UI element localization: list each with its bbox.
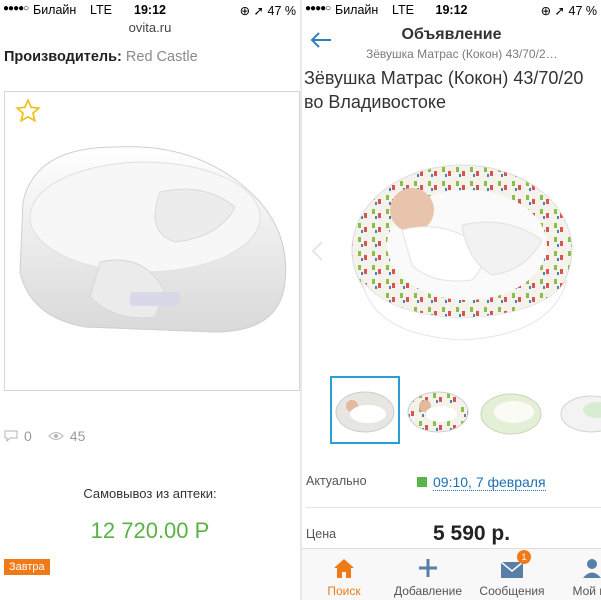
pickup-label: Самовывоз из аптеки: bbox=[83, 486, 217, 501]
battery-level: 47 % bbox=[568, 4, 598, 18]
thumbnail[interactable] bbox=[403, 376, 473, 444]
thumbnail[interactable] bbox=[476, 376, 546, 444]
thumbnail[interactable] bbox=[330, 376, 400, 444]
update-icon bbox=[417, 477, 427, 487]
manufacturer: Производитель: Red Castle bbox=[4, 49, 198, 65]
status-right: ⊕ ➚ 47 % bbox=[240, 3, 296, 18]
left-screen: ●●●●○ Билайн LTE 19:12 ⊕ ➚ 47 % ovita.ru… bbox=[0, 0, 300, 600]
tab-bar: Поиск Добавление 1 Сообщения Мой ка bbox=[302, 548, 601, 600]
plus-icon bbox=[419, 559, 437, 577]
main-product-image[interactable] bbox=[342, 150, 582, 350]
status-right: ⊕ ➚ 47 % bbox=[541, 3, 597, 18]
actual-date-link[interactable]: 09:10, 7 февраля bbox=[433, 474, 546, 491]
views-count: 45 bbox=[48, 428, 86, 444]
product-image bbox=[19, 146, 287, 333]
location-icon: ➚ bbox=[253, 4, 265, 18]
manufacturer-value[interactable]: Red Castle bbox=[126, 49, 198, 65]
tab-search[interactable]: Поиск bbox=[304, 555, 384, 598]
status-bar: ●●●●○ Билайн LTE 19:12 ⊕ ➚ 47 % bbox=[0, 0, 300, 20]
tab-label: Мой ка bbox=[572, 584, 601, 598]
thumbnail-image bbox=[407, 391, 469, 433]
stats-row: 0 45 bbox=[4, 428, 101, 444]
location-icon: ➚ bbox=[554, 4, 566, 18]
ad-title-line1: Зёвушка Матрас (Кокон) 43/70/20 bbox=[304, 68, 584, 88]
product-price: 12 720.00 Р bbox=[90, 518, 210, 543]
status-bar: ●●●●○ Билайн LTE 19:12 ⊕ ➚ 47 % bbox=[302, 0, 601, 20]
ad-price: 5 590 р. bbox=[433, 522, 511, 545]
favorite-star-icon[interactable] bbox=[15, 98, 41, 124]
comments-count: 0 bbox=[4, 428, 32, 444]
orientation-lock-icon: ⊕ bbox=[239, 4, 251, 18]
row-divider bbox=[306, 507, 601, 508]
thumbnail-image bbox=[480, 393, 542, 435]
thumbnail[interactable] bbox=[549, 376, 601, 444]
tab-profile[interactable]: Мой ка bbox=[552, 555, 601, 598]
thumbnail-image bbox=[335, 391, 395, 433]
tab-label: Сообщения bbox=[479, 584, 545, 598]
photo-thumbnails bbox=[330, 376, 601, 444]
envelope-icon bbox=[500, 561, 524, 578]
ad-title: Зёвушка Матрас (Кокон) 43/70/20 во Влади… bbox=[304, 66, 601, 114]
messages-badge: 1 bbox=[517, 550, 531, 564]
price-label: Цена bbox=[306, 527, 337, 541]
delivery-badge: Завтра bbox=[4, 559, 50, 575]
views-value: 45 bbox=[69, 428, 86, 444]
battery-level: 47 % bbox=[267, 4, 297, 18]
page-title: Объявление bbox=[401, 26, 502, 43]
home-icon bbox=[334, 559, 354, 578]
product-photo-card[interactable] bbox=[4, 91, 300, 391]
user-icon bbox=[583, 559, 601, 578]
comments-value: 0 bbox=[24, 428, 32, 444]
page-subtitle: Зёвушка Матрас (Кокон) 43/70/2… bbox=[366, 47, 558, 61]
orientation-lock-icon: ⊕ bbox=[540, 4, 552, 18]
comment-icon bbox=[4, 430, 18, 442]
manufacturer-label: Производитель: bbox=[4, 49, 122, 65]
tab-label: Добавление bbox=[394, 584, 462, 598]
tab-messages[interactable]: 1 Сообщения bbox=[472, 550, 552, 598]
ad-title-line2: во Владивостоке bbox=[304, 92, 446, 112]
right-screen: ●●●●○ Билайн LTE 19:12 ⊕ ➚ 47 % Объявлен… bbox=[302, 0, 601, 600]
eye-icon bbox=[48, 432, 64, 440]
navigation-bar: Объявление Зёвушка Матрас (Кокон) 43/70/… bbox=[302, 20, 601, 66]
tab-label: Поиск bbox=[327, 584, 361, 598]
prev-photo-icon[interactable] bbox=[310, 240, 324, 262]
tab-add[interactable]: Добавление bbox=[388, 555, 468, 598]
address-bar-url[interactable]: ovita.ru bbox=[0, 20, 300, 35]
thumbnail-image bbox=[560, 395, 601, 433]
